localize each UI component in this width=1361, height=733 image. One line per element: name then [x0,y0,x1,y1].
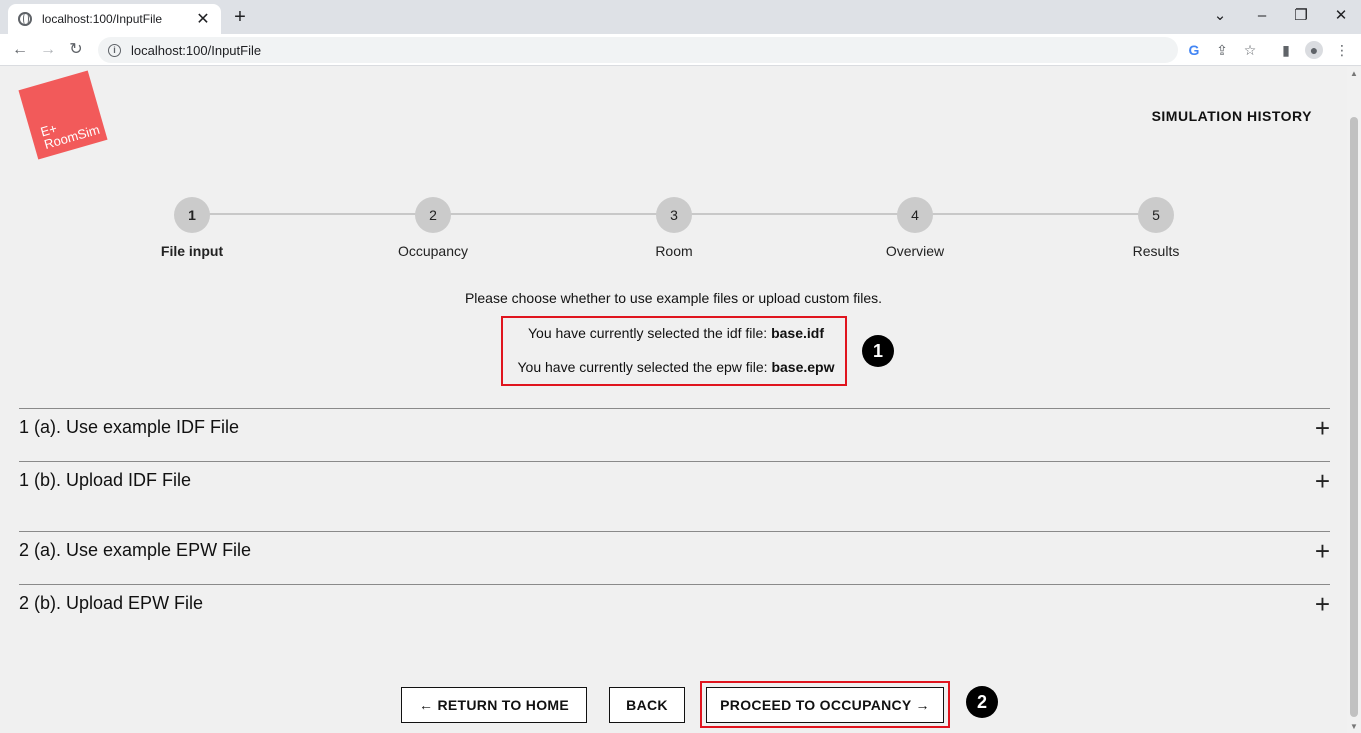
step-occupancy: 2 Occupancy [363,197,503,259]
step-label: Room [655,243,693,259]
page-scrollbar[interactable]: ▲ ▼ [1347,67,1361,733]
bookmark-star-icon[interactable]: ☆ [1241,41,1259,59]
share-icon[interactable]: ⇪ [1213,41,1231,59]
google-icon[interactable]: G [1185,41,1203,59]
scroll-down-icon[interactable]: ▼ [1347,722,1361,731]
step-label: Occupancy [397,243,469,259]
expand-plus-icon[interactable]: + [1315,468,1330,494]
site-info-icon[interactable]: i [108,43,121,57]
tab-search-chevron-icon[interactable]: ⌄ [1200,4,1240,28]
step-label: Overview [885,243,945,259]
minimize-button[interactable]: – [1242,4,1282,28]
accordion-title: 1 (a). Use example IDF File [19,417,240,437]
expand-plus-icon[interactable]: + [1315,538,1330,564]
browser-tab[interactable]: localhost:100/InputFile ✕ [8,4,221,34]
selected-idf-line: You have currently selected the idf file… [503,325,849,341]
menu-kebab-icon[interactable]: ⋮ [1333,41,1351,59]
back-arrow-icon[interactable]: ← [8,39,32,61]
accordion-title: 1 (b). Upload IDF File [19,470,192,490]
reload-icon[interactable]: ↻ [64,39,88,61]
step-number: 5 [1138,197,1174,233]
step-number: 1 [174,197,210,233]
page-content: E+ RoomSim SIMULATION HISTORY 1 File inp… [0,67,1347,733]
epw-filename: base.epw [771,359,835,375]
step-room: 3 Room [604,197,744,259]
scroll-up-icon[interactable]: ▲ [1347,69,1361,78]
selected-files-highlight: You have currently selected the idf file… [501,316,847,386]
accordion-title: 2 (b). Upload EPW File [19,593,204,613]
browser-toolbar: ← → ↻ i localhost:100/InputFile G ⇪ ☆ ▮ … [0,34,1361,66]
intro-text: Please choose whether to use example fil… [464,290,883,306]
selected-epw-line: You have currently selected the epw file… [503,359,849,375]
expand-plus-icon[interactable]: + [1315,415,1330,441]
url-text: localhost:100/InputFile [131,42,262,58]
expand-plus-icon[interactable]: + [1315,591,1330,617]
accordion-example-epw[interactable]: 2 (a). Use example EPW File + [19,531,1330,584]
tab-title: localhost:100/InputFile [42,12,163,26]
return-home-button[interactable]: ← RETURN TO HOME [401,687,587,723]
side-panel-icon[interactable]: ▮ [1277,41,1295,59]
new-tab-button[interactable]: + [230,6,250,29]
logo-text: E+ RoomSim [39,110,102,152]
browser-tabstrip: localhost:100/InputFile ✕ + ⌄ – ❐ ✕ [0,0,1361,34]
accordion-upload-idf[interactable]: 1 (b). Upload IDF File + [19,461,1330,531]
profile-avatar-icon[interactable]: ● [1305,41,1323,59]
close-window-button[interactable]: ✕ [1321,4,1361,28]
step-label: Results [1132,243,1180,259]
restore-button[interactable]: ❐ [1281,4,1321,28]
tab-close-icon[interactable]: ✕ [195,9,211,29]
address-bar[interactable]: i localhost:100/InputFile [98,37,1178,63]
globe-icon [18,12,32,26]
step-number: 3 [656,197,692,233]
app-logo[interactable]: E+ RoomSim [18,70,108,160]
idf-filename: base.idf [771,325,824,341]
step-file-input: 1 File input [122,197,262,259]
idf-prefix: You have currently selected the idf file… [528,325,768,341]
accordion-title: 2 (a). Use example EPW File [19,540,252,560]
step-results: 5 Results [1086,197,1226,259]
accordion-upload-epw[interactable]: 2 (b). Upload EPW File + [19,584,1330,637]
scrollbar-thumb[interactable] [1350,117,1358,717]
step-number: 4 [897,197,933,233]
forward-arrow-icon[interactable]: → [36,39,60,61]
back-button[interactable]: BACK [609,687,685,723]
epw-prefix: You have currently selected the epw file… [517,359,768,375]
proceed-to-occupancy-button[interactable]: PROCEED TO OCCUPANCY → [706,687,944,723]
step-label: File input [160,243,224,259]
annotation-badge-2: 2 [966,686,998,718]
step-number: 2 [415,197,451,233]
accordion-example-idf[interactable]: 1 (a). Use example IDF File + [19,408,1330,461]
step-overview: 4 Overview [845,197,985,259]
annotation-badge-1: 1 [862,335,894,367]
simulation-history-link[interactable]: SIMULATION HISTORY [1152,108,1312,124]
